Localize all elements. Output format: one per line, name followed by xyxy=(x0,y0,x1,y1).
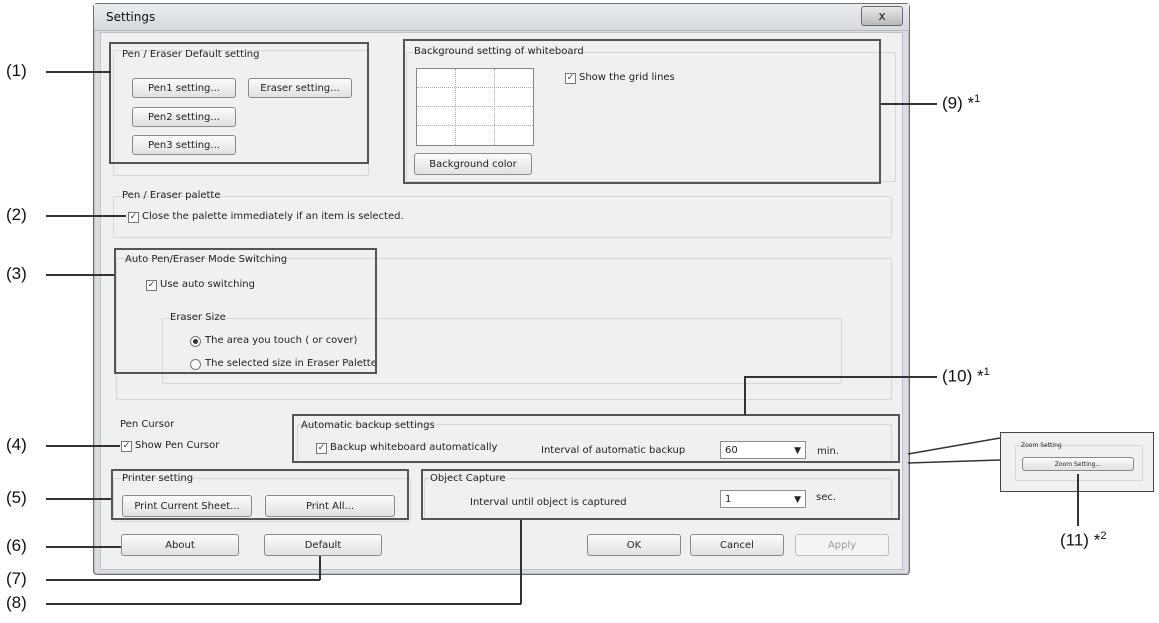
zoom-setting-title: Zoom Setting xyxy=(1021,442,1062,449)
leader-line-10-h xyxy=(745,376,937,378)
callout-9-label: (9) xyxy=(942,93,963,113)
close-palette-label: Close the palette immediately if an item… xyxy=(142,211,404,222)
pen-cursor-title: Pen Cursor xyxy=(120,419,175,430)
callout-10-sup: 1 xyxy=(983,366,990,378)
leader-line-10-v xyxy=(744,376,746,415)
ok-button[interactable]: OK xyxy=(587,534,681,556)
highlight-object-capture xyxy=(421,469,900,520)
highlight-background xyxy=(403,39,881,184)
highlight-auto-switch xyxy=(114,248,377,374)
callout-11-label: (11) xyxy=(1060,530,1089,550)
callout-11: (11) *2 xyxy=(1060,530,1106,551)
default-button[interactable]: Default xyxy=(264,534,382,556)
highlight-pen-eraser-default xyxy=(109,42,369,164)
palette-title: Pen / Eraser palette xyxy=(122,190,221,201)
leader-line-8-v xyxy=(520,520,522,604)
zoom-connector-lower xyxy=(907,459,1001,464)
close-palette-checkbox[interactable]: ✓ xyxy=(128,212,139,223)
leader-line-4 xyxy=(46,445,120,447)
callout-4: (4) xyxy=(6,435,27,454)
show-pen-cursor-label: Show Pen Cursor xyxy=(135,440,220,451)
leader-line-2 xyxy=(46,215,126,217)
cancel-button[interactable]: Cancel xyxy=(690,534,784,556)
highlight-backup xyxy=(292,414,900,463)
callout-2: (2) xyxy=(6,205,27,224)
callout-1: (1) xyxy=(6,61,27,80)
callout-7: (7) xyxy=(6,569,27,588)
show-pen-cursor-checkbox[interactable]: ✓ xyxy=(121,441,132,452)
apply-button: Apply xyxy=(795,534,889,556)
callout-5: (5) xyxy=(6,488,27,507)
leader-line-7-h xyxy=(46,579,320,581)
callout-3: (3) xyxy=(6,264,27,283)
leader-line-5 xyxy=(46,498,111,500)
leader-line-1 xyxy=(46,71,111,73)
callout-11-sup: 2 xyxy=(1100,530,1107,542)
zoom-connector xyxy=(907,437,1001,464)
callout-10: (10) *1 xyxy=(942,366,990,387)
zoom-setting-button[interactable]: Zoom Setting... xyxy=(1022,457,1134,471)
callout-10-label: (10) xyxy=(942,366,973,386)
close-button[interactable]: x xyxy=(861,6,903,26)
title-bar: Settings x xyxy=(94,4,909,31)
window-title: Settings xyxy=(106,10,156,24)
about-button[interactable]: About xyxy=(121,534,239,556)
callout-9: (9) *1 xyxy=(942,93,980,114)
callout-8: (8) xyxy=(6,593,27,612)
callout-10-asterisk: * xyxy=(976,366,984,386)
zoom-connector-upper xyxy=(907,437,1001,455)
leader-line-3 xyxy=(46,274,114,276)
callout-6: (6) xyxy=(6,536,27,555)
highlight-printer xyxy=(111,469,409,520)
leader-line-8-h xyxy=(46,603,521,605)
callout-9-sup: 1 xyxy=(974,93,981,105)
leader-line-6 xyxy=(46,546,121,548)
leader-line-11 xyxy=(1077,474,1079,526)
leader-line-9 xyxy=(881,103,937,105)
leader-line-7-v xyxy=(319,556,321,580)
